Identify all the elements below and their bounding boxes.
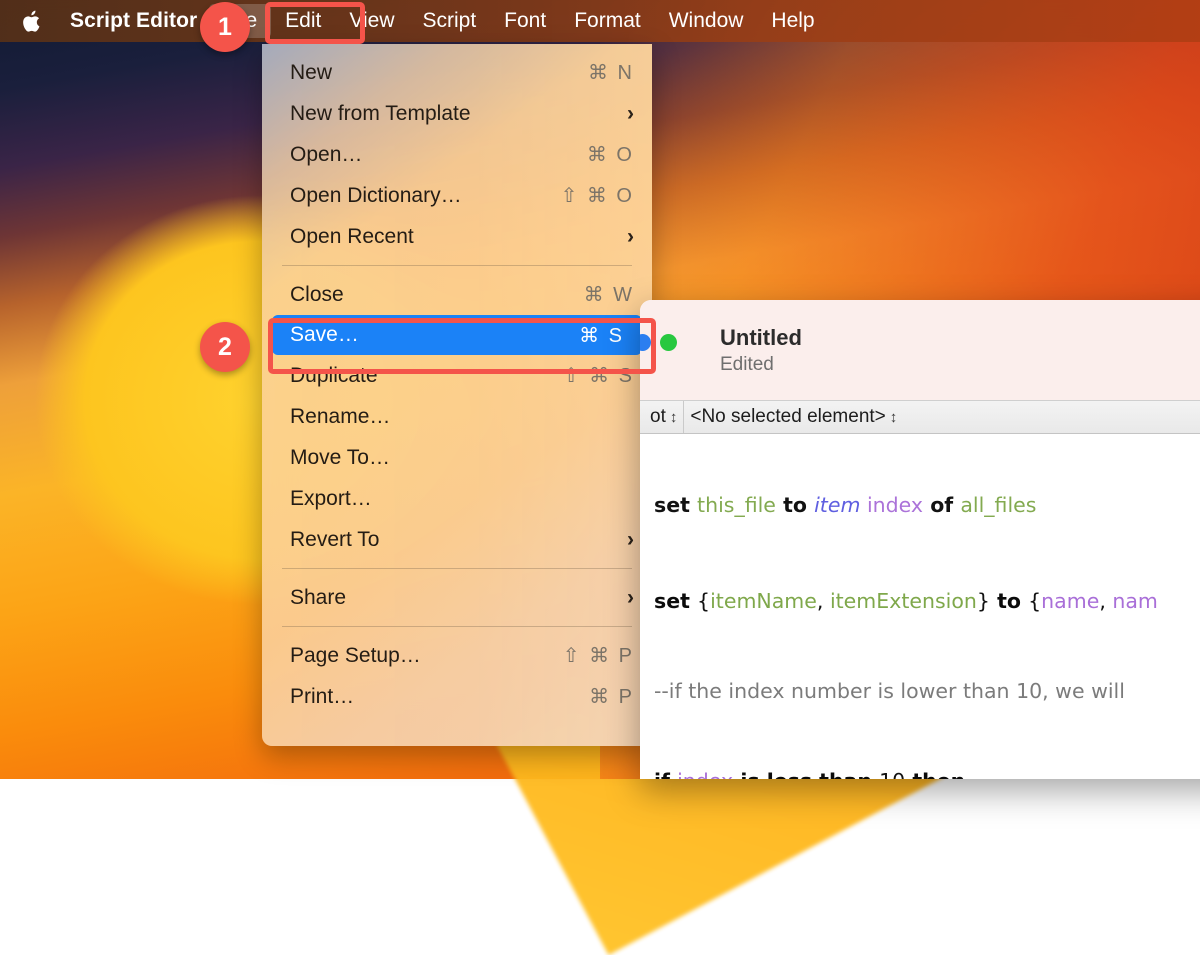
handler-popup-button[interactable]: ot ↕ bbox=[644, 401, 684, 433]
step-badge-1: 1 bbox=[200, 2, 250, 52]
code-editor[interactable]: set this_file to item index of all_files… bbox=[640, 434, 1200, 779]
menu-item-label: New bbox=[290, 61, 568, 85]
menu-item-label: Open Dictionary… bbox=[290, 184, 541, 208]
menu-bar-item-format[interactable]: Format bbox=[560, 4, 655, 38]
chevron-updown-icon: ↕ bbox=[890, 410, 898, 425]
zoom-window-button[interactable] bbox=[660, 334, 677, 351]
menu-item-label: Duplicate bbox=[290, 364, 543, 388]
menu-item-label: Save… bbox=[290, 323, 559, 347]
menu-item-revert-to[interactable]: Revert To › bbox=[262, 519, 652, 560]
code-line: if index is less than 10 then bbox=[654, 766, 1200, 779]
menu-item-shortcut: ⇧ ⌘ P bbox=[563, 643, 634, 668]
menu-item-print[interactable]: Print… ⌘ P bbox=[262, 676, 652, 717]
menu-item-shortcut: ⇧ ⌘ O bbox=[561, 183, 634, 208]
element-popup-label: <No selected element> bbox=[690, 406, 885, 428]
menu-item-shortcut: ⌘ O bbox=[587, 142, 634, 167]
menu-bar-item-edit[interactable]: Edit bbox=[271, 4, 335, 38]
window-title-bar: Untitled Edited bbox=[640, 300, 1200, 400]
menu-bar-item-font[interactable]: Font bbox=[490, 4, 560, 38]
menu-item-shortcut: ⌘ P bbox=[589, 684, 634, 709]
menu-item-open-recent[interactable]: Open Recent › bbox=[262, 216, 652, 257]
menu-item-new-from-template[interactable]: New from Template › bbox=[262, 93, 652, 134]
handler-popup-label: ot bbox=[650, 406, 666, 428]
chevron-right-icon: › bbox=[627, 586, 634, 610]
file-menu-dropdown[interactable]: New ⌘ N New from Template › Open… ⌘ O Open Dic… bbox=[262, 44, 652, 746]
menu-item-label: New from Template bbox=[290, 102, 607, 126]
script-navigation-bar: ot ↕ <No selected element> ↕ bbox=[640, 400, 1200, 434]
page-title: Untitled bbox=[720, 324, 802, 352]
chevron-right-icon: › bbox=[627, 528, 634, 552]
menu-separator bbox=[282, 626, 632, 627]
menu-item-rename[interactable]: Rename… bbox=[262, 396, 652, 437]
code-line: set {itemName, itemExtension} to {name, … bbox=[654, 586, 1200, 616]
menu-bar-item-view[interactable]: View bbox=[335, 4, 408, 38]
menu-item-label: Rename… bbox=[290, 405, 634, 429]
menu-item-shortcut: ⌘ N bbox=[588, 60, 634, 85]
code-line: set this_file to item index of all_files bbox=[654, 490, 1200, 520]
chevron-right-icon: › bbox=[627, 225, 634, 249]
document-title-block: Untitled Edited bbox=[720, 324, 802, 377]
step-badge-2: 2 bbox=[200, 322, 250, 372]
menu-item-label: Open… bbox=[290, 143, 567, 167]
menu-item-close[interactable]: Close ⌘ W bbox=[262, 274, 652, 315]
menu-bar-item-help[interactable]: Help bbox=[757, 4, 828, 38]
window-controls bbox=[640, 334, 677, 351]
menu-item-open[interactable]: Open… ⌘ O bbox=[262, 134, 652, 175]
menu-item-label: Close bbox=[290, 283, 564, 307]
menu-separator bbox=[282, 265, 632, 266]
code-line: --if the index number is lower than 10, … bbox=[654, 676, 1200, 706]
menu-separator bbox=[282, 568, 632, 569]
menu-item-share[interactable]: Share › bbox=[262, 577, 652, 618]
menu-item-label: Page Setup… bbox=[290, 644, 543, 668]
app-name-menu[interactable]: Script Editor bbox=[58, 5, 209, 37]
menu-bar: Script Editor FileEditViewScriptFontForm… bbox=[0, 0, 1200, 42]
document-status: Edited bbox=[720, 354, 802, 376]
menu-item-label: Print… bbox=[290, 685, 569, 709]
menu-item-label: Export… bbox=[290, 487, 634, 511]
menu-item-shortcut: ⌘ S bbox=[579, 323, 624, 348]
element-popup-button[interactable]: <No selected element> ↕ bbox=[684, 401, 903, 433]
menu-item-export[interactable]: Export… bbox=[262, 478, 652, 519]
menu-item-label: Revert To bbox=[290, 528, 607, 552]
script-editor-window: Untitled Edited ot ↕ <No selected elemen… bbox=[640, 300, 1200, 779]
menu-bar-items: FileEditViewScriptFontFormatWindowHelp bbox=[209, 4, 828, 38]
menu-bar-item-script[interactable]: Script bbox=[408, 4, 490, 38]
menu-item-shortcut: ⌘ W bbox=[584, 282, 634, 307]
menu-item-new[interactable]: New ⌘ N bbox=[262, 52, 652, 93]
menu-item-label: Open Recent bbox=[290, 225, 607, 249]
close-window-button[interactable] bbox=[640, 334, 651, 351]
menu-item-open-dictionary[interactable]: Open Dictionary… ⇧ ⌘ O bbox=[262, 175, 652, 216]
menu-item-save[interactable]: Save… ⌘ S bbox=[272, 315, 642, 355]
menu-item-duplicate[interactable]: Duplicate ⇧ ⌘ S bbox=[262, 355, 652, 396]
menu-bar-item-window[interactable]: Window bbox=[655, 4, 758, 38]
apple-logo-icon[interactable] bbox=[18, 6, 44, 36]
menu-item-shortcut: ⇧ ⌘ S bbox=[563, 363, 634, 388]
menu-item-label: Share bbox=[290, 586, 607, 610]
menu-item-label: Move To… bbox=[290, 446, 634, 470]
menu-item-move-to[interactable]: Move To… bbox=[262, 437, 652, 478]
menu-item-page-setup[interactable]: Page Setup… ⇧ ⌘ P bbox=[262, 635, 652, 676]
chevron-updown-icon: ↕ bbox=[670, 410, 678, 425]
chevron-right-icon: › bbox=[627, 102, 634, 126]
